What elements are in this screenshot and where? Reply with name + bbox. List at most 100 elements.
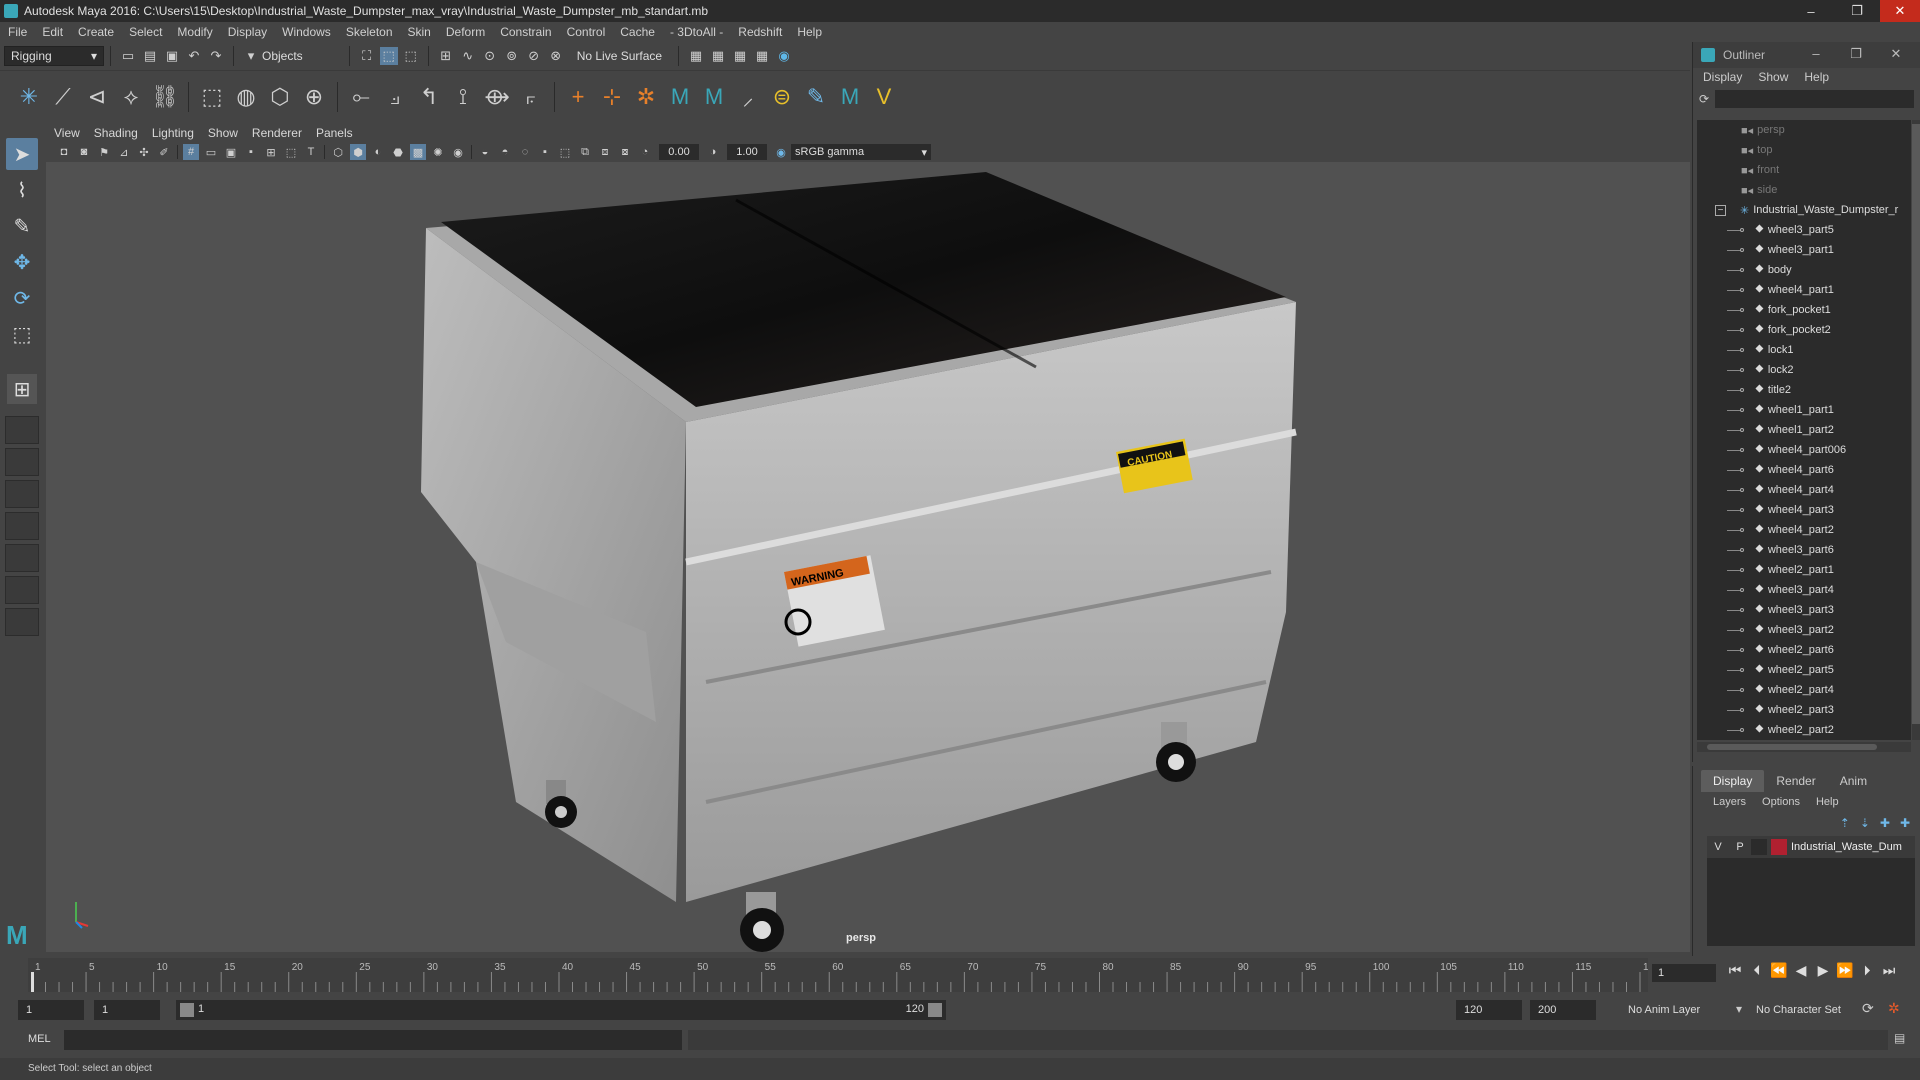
grid-icon[interactable]: # xyxy=(183,144,199,160)
outliner-item[interactable]: ⯁ wheel3_part5 xyxy=(1697,220,1911,240)
2d-pan-zoom-icon[interactable]: ✣ xyxy=(136,144,152,160)
paint-select-icon[interactable]: ✎ xyxy=(6,210,38,242)
auto-key-icon[interactable]: ⟳ xyxy=(1862,1000,1874,1017)
ik-handle-icon[interactable]: ⟋ xyxy=(48,82,78,112)
time-ruler[interactable]: 1 5 10 15 20 25 30 35 40 45 50 55 60 65 70 75 80 85 90 95 10… xyxy=(28,958,1648,992)
menu-3dtoall[interactable]: - 3DtoAll - xyxy=(670,25,723,39)
snap-view-icon[interactable]: ⊚ xyxy=(503,47,521,65)
playback-end-field[interactable]: 120 xyxy=(1456,1000,1522,1020)
cluster-icon[interactable]: ⬚ xyxy=(197,82,227,112)
curve-tool-icon[interactable]: ⸝ xyxy=(733,82,763,112)
outliner-minimize-button[interactable]: – xyxy=(1796,46,1836,62)
move-tool-icon[interactable]: ✥ xyxy=(6,246,38,278)
field-chart-icon[interactable]: ⊞ xyxy=(263,144,279,160)
menu-display[interactable]: Display xyxy=(228,25,267,39)
minimize-button[interactable]: – xyxy=(1788,0,1834,22)
layer-playback-toggle[interactable]: P xyxy=(1729,841,1751,853)
step-back-key-icon[interactable]: ⏪ xyxy=(1768,962,1790,979)
single-perspective-layout-icon[interactable] xyxy=(5,416,39,444)
outliner-camera-persp[interactable]: ■◂ persp xyxy=(1697,120,1911,140)
layer-row[interactable]: V P Industrial_Waste_Dum xyxy=(1707,836,1915,858)
go-to-end-icon[interactable]: ⏭ xyxy=(1878,962,1900,979)
tab-display[interactable]: Display xyxy=(1701,770,1765,792)
snap-grid-icon[interactable]: ⊞ xyxy=(437,47,455,65)
orient-constraint-icon[interactable]: ✲ xyxy=(631,82,661,112)
image-plane-icon[interactable]: ⊿ xyxy=(116,144,132,160)
vp-menu-show[interactable]: Show xyxy=(208,126,238,140)
outliner-item[interactable]: ⯁ wheel3_part4 xyxy=(1697,580,1911,600)
outliner-tree[interactable]: ■◂ persp ■◂ top ■◂ front ■◂ side − ✳ Industria… xyxy=(1697,120,1911,740)
outliner-menu-help[interactable]: Help xyxy=(1804,70,1829,84)
textured-icon[interactable]: ▩ xyxy=(410,144,426,160)
lattice-icon[interactable]: ◍ xyxy=(231,82,261,112)
vp-menu-panels[interactable]: Panels xyxy=(316,126,353,140)
gamma-icon[interactable]: ◑ xyxy=(705,144,721,160)
snap-point-icon[interactable]: ⊙ xyxy=(481,47,499,65)
script-editor-icon[interactable]: ▤ xyxy=(1894,1031,1905,1045)
blendshape-icon[interactable]: ⊕ xyxy=(299,82,329,112)
outliner-camera-side[interactable]: ■◂ side xyxy=(1697,180,1911,200)
new-scene-icon[interactable]: ▭ xyxy=(119,47,137,65)
go-to-start-icon[interactable]: ⏮ xyxy=(1724,962,1746,979)
maximize-button[interactable]: ❐ xyxy=(1834,0,1880,22)
outliner-item[interactable]: ⯁ wheel1_part2 xyxy=(1697,420,1911,440)
outliner-item[interactable]: ⯁ wheel3_part6 xyxy=(1697,540,1911,560)
grease-pencil-icon[interactable]: ✐ xyxy=(156,144,172,160)
snap-surface-icon[interactable]: ⊘ xyxy=(525,47,543,65)
outliner-item[interactable]: ⯁ wheel4_part2 xyxy=(1697,520,1911,540)
scale-tool-icon[interactable]: ⬚ xyxy=(6,318,38,350)
isolate-select-icon[interactable]: ⬚ xyxy=(557,144,573,160)
anim-layer-dropdown[interactable]: No Anim Layer xyxy=(1628,1004,1700,1016)
range-end-handle[interactable] xyxy=(928,1003,942,1017)
undo-icon[interactable]: ↶ xyxy=(185,47,203,65)
new-layer-icon[interactable]: ✚ xyxy=(1880,816,1890,830)
playback-start-field[interactable]: 1 xyxy=(94,1000,160,1020)
four-view-layout-icon[interactable] xyxy=(5,448,39,476)
paint-weights-icon[interactable]: ⟟ xyxy=(448,82,478,112)
gate-mask-icon[interactable]: ▪ xyxy=(243,144,259,160)
character-set-dropdown[interactable]: No Character Set xyxy=(1756,1004,1841,1016)
vp-menu-renderer[interactable]: Renderer xyxy=(252,126,302,140)
hik-icon[interactable]: ⛓ xyxy=(150,82,180,112)
ipr-render-icon[interactable]: ▦ xyxy=(709,47,727,65)
new-layer-selected-icon[interactable]: ✚ xyxy=(1900,816,1910,830)
outliner-close-button[interactable]: ✕ xyxy=(1876,46,1916,62)
safe-action-icon[interactable]: ⬚ xyxy=(283,144,299,160)
maya-logo-shelf-icon-3[interactable]: M xyxy=(835,82,865,112)
outliner-menu-show[interactable]: Show xyxy=(1758,70,1788,84)
menu-redshift[interactable]: Redshift xyxy=(738,25,782,39)
persp-graph-layout-icon[interactable] xyxy=(5,512,39,540)
move-layer-down-icon[interactable]: ⇣ xyxy=(1860,816,1870,830)
collapse-icon[interactable]: − xyxy=(1715,204,1726,216)
lights-icon[interactable]: ✺ xyxy=(430,144,446,160)
film-gate-icon[interactable]: ▭ xyxy=(203,144,219,160)
xray-components-icon[interactable]: ⧇ xyxy=(617,144,633,160)
insert-joint-icon[interactable]: ⟡ xyxy=(116,82,146,112)
anim-preferences-icon[interactable]: ✲ xyxy=(1888,1000,1900,1017)
outliner-item[interactable]: ⯁ title2 xyxy=(1697,380,1911,400)
outliner-item[interactable]: ⯁ wheel4_part6 xyxy=(1697,460,1911,480)
outliner-menu-display[interactable]: Display xyxy=(1703,70,1742,84)
wireframe-on-shaded-icon[interactable]: ⬣ xyxy=(390,144,406,160)
layer-color-swatch[interactable] xyxy=(1771,839,1787,855)
menu-windows[interactable]: Windows xyxy=(282,25,331,39)
outliner-item[interactable]: ⯁ wheel2_part5 xyxy=(1697,660,1911,680)
vp-menu-lighting[interactable]: Lighting xyxy=(152,126,194,140)
anti-aliasing-icon[interactable]: ◌ xyxy=(517,144,533,160)
outliner-camera-front[interactable]: ■◂ front xyxy=(1697,160,1911,180)
uv-layout-icon[interactable] xyxy=(5,576,39,604)
wireframe-icon[interactable]: ⬡ xyxy=(330,144,346,160)
use-default-material-icon[interactable]: ◐ xyxy=(370,144,386,160)
menu-deform[interactable]: Deform xyxy=(446,25,485,39)
menu-edit[interactable]: Edit xyxy=(42,25,63,39)
save-scene-icon[interactable]: ▣ xyxy=(163,47,181,65)
step-back-icon[interactable]: ⏴ xyxy=(1746,962,1768,979)
outliner-item[interactable]: ⯁ wheel4_part3 xyxy=(1697,500,1911,520)
xray-joints-icon[interactable]: ⧈ xyxy=(597,144,613,160)
menu-constrain[interactable]: Constrain xyxy=(500,25,551,39)
brush-tool-icon[interactable]: ✎ xyxy=(801,82,831,112)
outliner-item[interactable]: ⯁ wheel4_part006 xyxy=(1697,440,1911,460)
ik-spline-icon[interactable]: ⊲ xyxy=(82,82,112,112)
render-settings-icon[interactable]: ▦ xyxy=(731,47,749,65)
range-slider[interactable]: 1 120 xyxy=(176,1000,946,1020)
